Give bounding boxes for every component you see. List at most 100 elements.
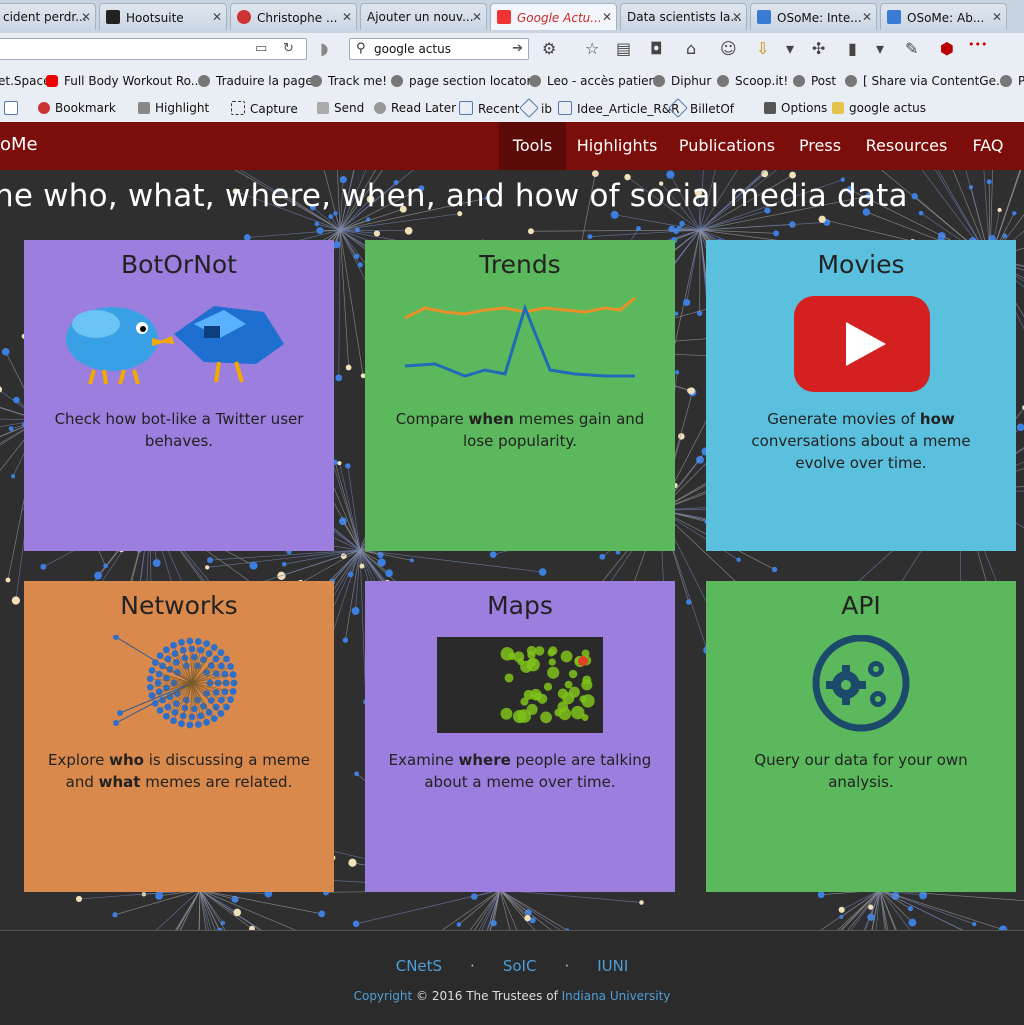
billetof-bookmark[interactable]: BilletOf <box>671 101 734 116</box>
close-tab-icon[interactable]: ✕ <box>862 10 872 24</box>
site-brand[interactable]: oMe <box>0 134 38 155</box>
bookmark-item[interactable]: Traduire la page <box>198 74 313 88</box>
highlight-icon <box>138 102 150 114</box>
browser-tab[interactable]: Christophe ...✕ <box>230 3 357 30</box>
close-tab-icon[interactable]: ✕ <box>81 10 91 24</box>
rss-icon[interactable]: ◗ <box>320 41 328 57</box>
card-movies[interactable]: Movies Generate movies of how conversati… <box>706 240 1016 551</box>
addon-toolbar: Bookmark Highlight Capture Send Read Lat… <box>0 95 1024 123</box>
network-graph-icon <box>24 635 334 735</box>
send-button[interactable]: Send <box>317 101 364 115</box>
card-trends[interactable]: Trends Compare when memes gain and lose … <box>365 240 675 551</box>
extension-icon[interactable]: ✣ <box>812 41 825 57</box>
idee-article-folder[interactable]: Idee_Article_R&R <box>558 101 679 116</box>
close-tab-icon[interactable]: ✕ <box>602 10 612 24</box>
browser-tab[interactable]: Ajouter un nouv...✕ <box>360 3 487 30</box>
nav-tools[interactable]: Tools <box>499 122 566 170</box>
close-tab-icon[interactable]: ✕ <box>212 10 222 24</box>
bookmark-item[interactable]: Leo - accès patient <box>529 74 661 88</box>
footer-link-iuni[interactable]: IUNI <box>597 957 628 975</box>
ib-bookmark[interactable]: ib <box>522 101 552 116</box>
site-footer: CNetS·SoIC·IUNI Copyright © 2016 The Tru… <box>0 930 1024 1025</box>
card-title: Movies <box>706 250 1016 279</box>
download-icon[interactable]: ⇩ <box>756 41 769 57</box>
google-actus-bookmark[interactable]: google actus <box>832 101 926 115</box>
clipboard-icon[interactable]: ▮ <box>848 41 857 57</box>
bookmark-item[interactable]: Diphur <box>653 74 711 88</box>
globe-icon <box>529 75 541 87</box>
card-description: Explore who is discussing a meme and wha… <box>44 749 314 793</box>
browser-tab[interactable]: OSoMe: Inte...✕ <box>750 3 877 30</box>
card-description: Check how bot-like a Twitter user behave… <box>44 408 314 452</box>
addon-icon[interactable]: ••• <box>968 37 987 53</box>
reload-icon[interactable]: ↻ <box>283 41 294 56</box>
card-maps[interactable]: Maps Examine where people are talking ab… <box>365 581 675 892</box>
browser-tab[interactable]: cident perdr...✕ <box>0 3 96 30</box>
options-button[interactable]: Options <box>764 101 827 115</box>
browser-tab-active[interactable]: Google Actu...✕ <box>490 3 617 30</box>
copyright-link[interactable]: Copyright <box>354 989 413 1003</box>
card-title: Networks <box>24 591 334 620</box>
highlight-button[interactable]: Highlight <box>138 101 209 115</box>
capture-button[interactable]: Capture <box>231 101 298 116</box>
close-tab-icon[interactable]: ✕ <box>732 10 742 24</box>
university-link[interactable]: Indiana University <box>562 989 671 1003</box>
close-tab-icon[interactable]: ✕ <box>342 10 352 24</box>
close-tab-icon[interactable]: ✕ <box>992 10 1002 24</box>
ublock-icon[interactable]: ⬢ <box>940 41 954 57</box>
footer-link-soic[interactable]: SoIC <box>503 957 537 975</box>
search-icon[interactable] <box>4 101 23 116</box>
settings-icon[interactable]: ⚙ <box>542 41 556 57</box>
hootsuite-favicon-icon <box>106 10 120 24</box>
home-icon[interactable]: ⌂ <box>686 41 696 57</box>
url-field[interactable]: ▭ ↻ <box>0 38 307 60</box>
plugin-icon[interactable]: ✎ <box>905 41 918 57</box>
browser-tab[interactable]: Data scientists la...✕ <box>620 3 747 30</box>
chevron-down-icon[interactable]: ▾ <box>786 41 794 57</box>
nav-publications[interactable]: Publications <box>668 122 786 170</box>
card-api[interactable]: API Query our data for your own analysis… <box>706 581 1016 892</box>
card-title: BotOrNot <box>24 250 334 279</box>
browser-tab[interactable]: Hootsuite✕ <box>99 3 227 30</box>
globe-icon <box>793 75 805 87</box>
close-tab-icon[interactable]: ✕ <box>472 10 482 24</box>
read-later-button[interactable]: Read Later <box>374 101 456 115</box>
card-botornot[interactable]: BotOrNot Check how bot-like a Twitter us… <box>24 240 334 551</box>
copyright-notice: Copyright © 2016 The Trustees of Indiana… <box>0 989 1024 1003</box>
bookmark-item[interactable]: page section locator <box>391 74 531 88</box>
footer-link-cnets[interactable]: CNetS <box>396 957 442 975</box>
bookmark-item[interactable]: P <box>1000 74 1024 88</box>
card-networks[interactable]: Networks Explore who is discussing a mem… <box>24 581 334 892</box>
browser-tab-bar: cident perdr...✕ Hootsuite✕ Christophe .… <box>0 0 1024 34</box>
bookmark-item[interactable]: Scoop.it! <box>717 74 788 88</box>
reading-list-icon[interactable]: ▤ <box>616 41 631 57</box>
recent-folder[interactable]: Recent <box>459 101 519 116</box>
page-tagline: he who, what, where, when, and how of so… <box>0 178 908 214</box>
options-icon <box>764 102 776 114</box>
bookmark-item[interactable]: [ Share via ContentGe... <box>845 74 1007 88</box>
browser-tab[interactable]: OSoMe: Ab...✕ <box>880 3 1007 30</box>
search-icon: ⚲ <box>356 41 366 56</box>
chevron-down-icon[interactable]: ▾ <box>876 41 884 57</box>
site-favicon-icon <box>237 10 251 24</box>
globe-icon <box>391 75 403 87</box>
search-input[interactable]: ⚲ google actus ➔ <box>349 38 529 60</box>
bookmark-item[interactable]: Post <box>793 74 836 88</box>
search-go-icon[interactable]: ➔ <box>512 41 523 56</box>
smiley-icon[interactable]: ☺ <box>720 41 737 57</box>
nav-highlights[interactable]: Highlights <box>566 122 668 170</box>
folder-icon <box>459 101 473 115</box>
pocket-icon[interactable]: ◘ <box>650 41 663 57</box>
globe-icon <box>845 75 857 87</box>
nav-press[interactable]: Press <box>786 122 854 170</box>
card-title: Trends <box>365 250 675 279</box>
bookmark-item[interactable]: Track me! <box>310 74 387 88</box>
bookmark-button[interactable]: Bookmark <box>38 101 116 115</box>
star-icon[interactable]: ☆ <box>585 41 599 57</box>
read-later-icon <box>374 102 386 114</box>
nav-faq[interactable]: FAQ <box>959 122 1017 170</box>
nav-resources[interactable]: Resources <box>854 122 959 170</box>
bookmark-item[interactable]: et.Space <box>0 74 50 88</box>
bookmark-item[interactable]: Full Body Workout Ro... <box>46 74 202 88</box>
youtube-play-icon <box>706 294 1016 394</box>
